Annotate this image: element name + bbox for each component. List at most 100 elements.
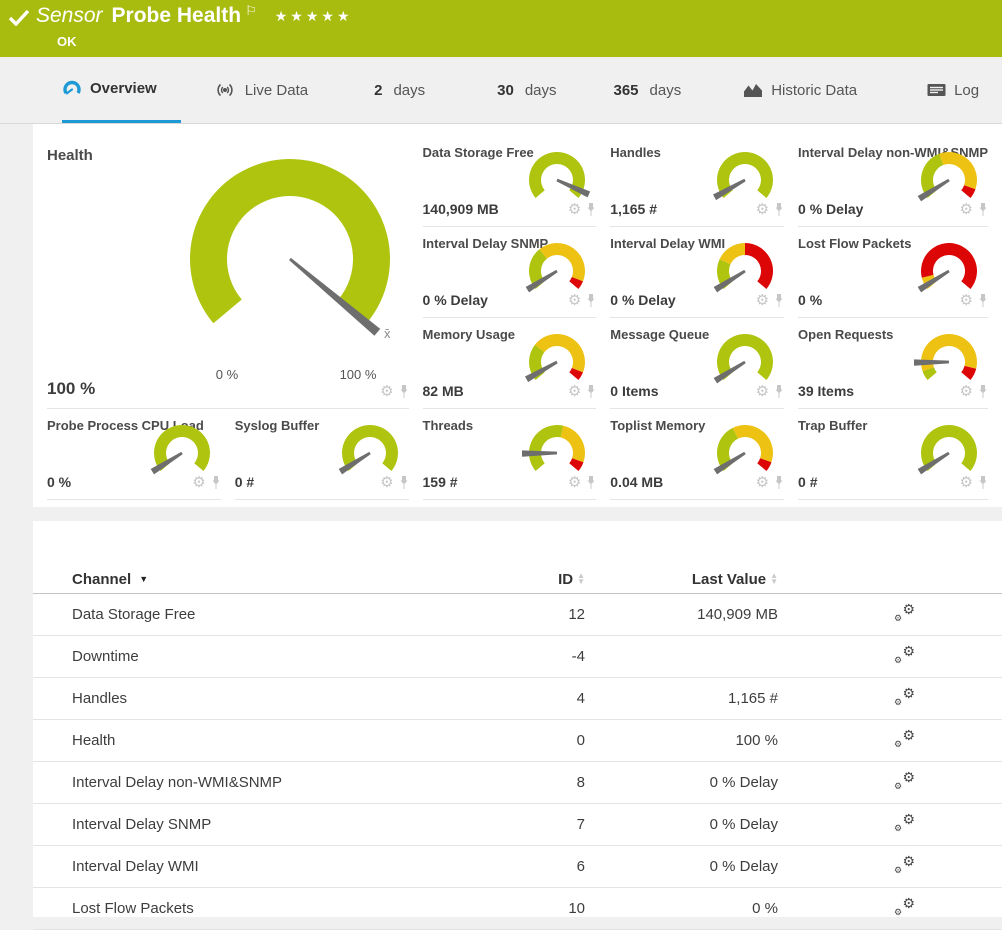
gear-icon[interactable]: ⚙ bbox=[380, 476, 393, 490]
tab-live-data[interactable]: Live Data bbox=[213, 57, 308, 123]
pin-icon[interactable] bbox=[978, 476, 988, 490]
tab-365-days[interactable]: 365 days bbox=[614, 57, 682, 123]
channel-settings-gears-icon[interactable]: ⚙⚙ bbox=[894, 813, 915, 833]
table-row-health[interactable]: Health0100 %⚙⚙ bbox=[33, 720, 1002, 762]
column-header-id[interactable]: ID ▲▼ bbox=[558, 571, 585, 588]
gear-icon[interactable]: ⚙ bbox=[960, 294, 973, 308]
pin-icon[interactable] bbox=[978, 203, 988, 217]
gauge-tile-interval-delay-non-wmi-snmp[interactable]: Interval Delay non-WMI&SNMP 0 % Delay ⚙ bbox=[798, 136, 988, 227]
gauge-value: 82 MB bbox=[423, 383, 464, 399]
tab-label: Historic Data bbox=[771, 82, 857, 99]
average-marker: x̄ bbox=[384, 326, 391, 341]
pin-icon[interactable] bbox=[586, 294, 596, 308]
channel-settings-gears-icon[interactable]: ⚙⚙ bbox=[894, 855, 915, 875]
tab-log[interactable]: Log bbox=[927, 57, 979, 123]
pin-icon[interactable] bbox=[978, 385, 988, 399]
tab-label: days bbox=[525, 82, 557, 99]
gear-icon[interactable]: ⚙ bbox=[568, 203, 581, 217]
gear-icon[interactable]: ⚙ bbox=[756, 476, 769, 490]
table-row-data-storage-free[interactable]: Data Storage Free12140,909 MB⚙⚙ bbox=[33, 594, 1002, 636]
priority-stars[interactable]: ★★★★★ bbox=[275, 8, 353, 25]
table-row-downtime[interactable]: Downtime-4⚙⚙ bbox=[33, 636, 1002, 678]
tab-label: days bbox=[393, 82, 425, 99]
pin-icon[interactable] bbox=[774, 203, 784, 217]
object-type-label: Sensor bbox=[36, 4, 103, 28]
tab-30-days[interactable]: 30 days bbox=[497, 57, 556, 123]
column-header-channel[interactable]: Channel ▼ bbox=[33, 571, 493, 588]
column-header-last-value[interactable]: Last Value ▲▼ bbox=[692, 571, 778, 588]
channel-id-cell: 7 bbox=[493, 816, 585, 833]
gauge-value: 0 Items bbox=[610, 383, 658, 399]
channel-settings-gears-icon[interactable]: ⚙⚙ bbox=[894, 897, 915, 917]
row-actions-cell: ⚙⚙ bbox=[778, 771, 953, 795]
pin-icon[interactable] bbox=[586, 203, 596, 217]
gear-icon[interactable]: ⚙ bbox=[568, 294, 581, 308]
gauge-arc bbox=[165, 156, 415, 364]
gauge-tile-message-queue[interactable]: Message Queue 0 Items ⚙ bbox=[610, 318, 784, 409]
tab-2-days[interactable]: 2 days bbox=[374, 57, 425, 123]
row-actions-cell: ⚙⚙ bbox=[778, 687, 953, 711]
gauge-value: 1,165 # bbox=[610, 201, 657, 217]
table-row-handles[interactable]: Handles41,165 #⚙⚙ bbox=[33, 678, 1002, 720]
channel-id-cell: 12 bbox=[493, 606, 585, 623]
channel-settings-gears-icon[interactable]: ⚙⚙ bbox=[894, 645, 915, 665]
last-value-cell: 0 % bbox=[585, 900, 778, 917]
table-row-interval-delay-non-wmi-snmp[interactable]: Interval Delay non-WMI&SNMP80 % Delay⚙⚙ bbox=[33, 762, 1002, 804]
gear-icon[interactable]: ⚙ bbox=[756, 294, 769, 308]
channel-settings-gears-icon[interactable]: ⚙⚙ bbox=[894, 771, 915, 791]
pin-icon[interactable] bbox=[211, 476, 221, 490]
gauge-tile-open-requests[interactable]: Open Requests 39 Items ⚙ bbox=[798, 318, 988, 409]
status-badge: OK bbox=[57, 34, 77, 49]
gear-icon[interactable]: ⚙ bbox=[960, 385, 973, 399]
gauge-tile-interval-delay-wmi[interactable]: Interval Delay WMI 0 % Delay ⚙ bbox=[610, 227, 784, 318]
gauge-tile-handles[interactable]: Handles 1,165 # ⚙ bbox=[610, 136, 784, 227]
row-actions-cell: ⚙⚙ bbox=[778, 813, 953, 837]
pin-icon[interactable] bbox=[586, 476, 596, 490]
flag-icon[interactable]: ⚐ bbox=[245, 4, 257, 18]
channel-id-cell: 6 bbox=[493, 858, 585, 875]
gauge-tile-data-storage-free[interactable]: Data Storage Free 140,909 MB ⚙ bbox=[423, 136, 597, 227]
channel-name-cell: Lost Flow Packets bbox=[33, 900, 493, 917]
table-row-interval-delay-wmi[interactable]: Interval Delay WMI60 % Delay⚙⚙ bbox=[33, 846, 1002, 888]
pin-icon[interactable] bbox=[978, 294, 988, 308]
last-value-cell: 0 % Delay bbox=[585, 774, 778, 791]
gauge-tile-probe-process-cpu-load[interactable]: Probe Process CPU Load 0 % ⚙ bbox=[47, 409, 221, 500]
gauge-tile-syslog-buffer[interactable]: Syslog Buffer 0 # ⚙ bbox=[235, 409, 409, 500]
pin-icon[interactable] bbox=[399, 385, 409, 399]
broadcast-icon bbox=[213, 80, 237, 100]
area-chart-icon bbox=[743, 82, 763, 98]
gauge-tile-lost-flow-packets[interactable]: Lost Flow Packets 0 % ⚙ bbox=[798, 227, 988, 318]
pin-icon[interactable] bbox=[399, 476, 409, 490]
gauge-tile-memory-usage[interactable]: Memory Usage 82 MB ⚙ bbox=[423, 318, 597, 409]
channel-settings-gears-icon[interactable]: ⚙⚙ bbox=[894, 729, 915, 749]
table-body: Data Storage Free12140,909 MB⚙⚙Downtime-… bbox=[33, 594, 1002, 930]
channel-settings-gears-icon[interactable]: ⚙⚙ bbox=[894, 687, 915, 707]
gauge-tile-threads[interactable]: Threads 159 # ⚙ bbox=[423, 409, 597, 500]
gauge-tile-interval-delay-snmp[interactable]: Interval Delay SNMP 0 % Delay ⚙ bbox=[423, 227, 597, 318]
gear-icon[interactable]: ⚙ bbox=[960, 476, 973, 490]
gear-icon[interactable]: ⚙ bbox=[192, 476, 205, 490]
pin-icon[interactable] bbox=[774, 476, 784, 490]
gear-icon[interactable]: ⚙ bbox=[568, 385, 581, 399]
last-value-cell: 0 % Delay bbox=[585, 858, 778, 875]
tab-overview[interactable]: Overview bbox=[62, 57, 181, 123]
pin-icon[interactable] bbox=[774, 294, 784, 308]
gear-icon[interactable]: ⚙ bbox=[960, 203, 973, 217]
gear-icon[interactable]: ⚙ bbox=[568, 476, 581, 490]
table-row-interval-delay-snmp[interactable]: Interval Delay SNMP70 % Delay⚙⚙ bbox=[33, 804, 1002, 846]
gauge-tile-health[interactable]: Health 0 % 100 % x̄ 100 % ⚙ bbox=[47, 136, 409, 409]
gauge-tile-toplist-memory[interactable]: Toplist Memory 0.04 MB ⚙ bbox=[610, 409, 784, 500]
table-row-lost-flow-packets[interactable]: Lost Flow Packets100 %⚙⚙ bbox=[33, 888, 1002, 930]
gauge-value: 0 % Delay bbox=[610, 292, 675, 308]
tab-historic-data[interactable]: Historic Data bbox=[743, 57, 857, 123]
pin-icon[interactable] bbox=[774, 385, 784, 399]
gauge-tile-trap-buffer[interactable]: Trap Buffer 0 # ⚙ bbox=[798, 409, 988, 500]
gauge-icon bbox=[62, 79, 82, 99]
gauge-value: 0 % bbox=[798, 292, 822, 308]
pin-icon[interactable] bbox=[586, 385, 596, 399]
gear-icon[interactable]: ⚙ bbox=[756, 203, 769, 217]
last-value-cell: 100 % bbox=[585, 732, 778, 749]
gear-icon[interactable]: ⚙ bbox=[756, 385, 769, 399]
gear-icon[interactable]: ⚙ bbox=[380, 385, 393, 399]
channel-settings-gears-icon[interactable]: ⚙⚙ bbox=[894, 603, 915, 623]
